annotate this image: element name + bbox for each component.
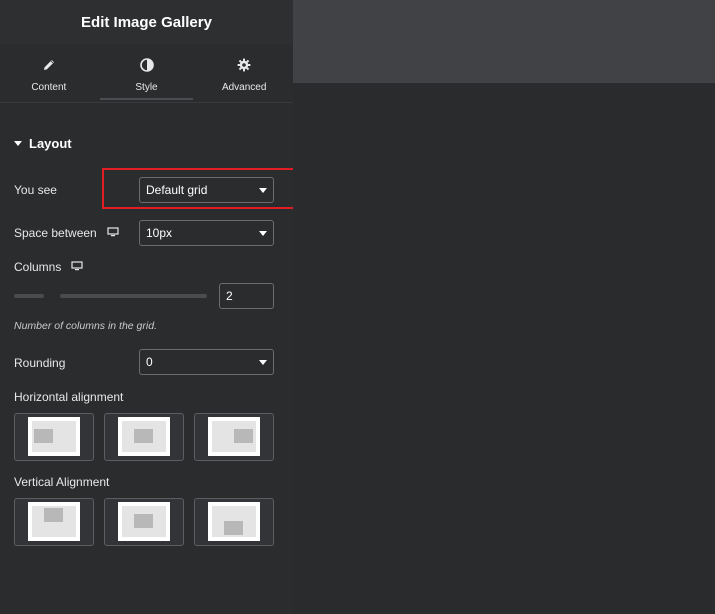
rounding-label: Rounding xyxy=(14,356,65,370)
valign-bottom-button[interactable] xyxy=(194,498,274,546)
pencil-icon xyxy=(42,58,56,77)
halign-right-button[interactable] xyxy=(194,413,274,461)
columns-slider-left[interactable] xyxy=(14,294,44,298)
rounding-value: 0 xyxy=(146,355,153,369)
tab-style[interactable]: Style xyxy=(98,44,196,102)
vertical-alignment-label: Vertical Alignment xyxy=(14,475,109,489)
dropdown-arrow-icon xyxy=(259,231,267,236)
halign-center-button[interactable] xyxy=(104,413,184,461)
tab-advanced[interactable]: Advanced xyxy=(195,44,293,102)
columns-slider-track[interactable] xyxy=(60,294,207,298)
horizontal-alignment-label: Horizontal alignment xyxy=(14,390,123,404)
caret-down-icon xyxy=(14,141,22,146)
half-circle-icon xyxy=(139,58,154,77)
columns-label-text: Columns xyxy=(14,260,62,274)
panel-tabs: Content Style Advanced xyxy=(0,44,293,103)
horizontal-alignment-label-text: Horizontal alignment xyxy=(14,390,124,404)
rounding-select[interactable]: 0 xyxy=(139,349,274,375)
desktop-icon[interactable] xyxy=(107,226,119,240)
space-between-label: Space between xyxy=(14,226,119,240)
gear-icon xyxy=(237,58,251,77)
halign-left-button[interactable] xyxy=(14,413,94,461)
valign-top-button[interactable] xyxy=(14,498,94,546)
section-layout-title: Layout xyxy=(29,136,72,151)
columns-label: Columns xyxy=(14,260,83,274)
tab-content-label: Content xyxy=(31,82,67,93)
you-see-label-text: You see xyxy=(14,183,57,197)
editor-panel: Edit Image Gallery Content Style Advance… xyxy=(0,0,363,614)
tab-style-label: Style xyxy=(135,82,158,93)
columns-hint: Number of columns in the grid. xyxy=(14,320,157,332)
columns-value: 2 xyxy=(226,289,233,303)
section-layout-toggle[interactable]: Layout xyxy=(14,136,72,151)
columns-input[interactable]: 2 xyxy=(219,283,274,309)
space-between-label-text: Space between xyxy=(14,226,97,240)
vertical-alignment-label-text: Vertical Alignment xyxy=(14,475,110,489)
space-between-select[interactable]: 10px xyxy=(139,220,274,246)
panel-title: Edit Image Gallery xyxy=(81,13,212,31)
valign-middle-button[interactable] xyxy=(104,498,184,546)
desktop-icon[interactable] xyxy=(71,260,83,274)
you-see-label: You see xyxy=(14,183,57,197)
space-between-value: 10px xyxy=(146,226,173,240)
dropdown-arrow-icon xyxy=(259,360,267,365)
tab-content[interactable]: Content xyxy=(0,44,98,102)
rounding-label-text: Rounding xyxy=(14,356,66,370)
preview-area xyxy=(293,83,715,614)
panel-header: Edit Image Gallery xyxy=(0,0,293,44)
tab-advanced-label: Advanced xyxy=(221,82,267,93)
preview-area-top xyxy=(293,0,715,83)
